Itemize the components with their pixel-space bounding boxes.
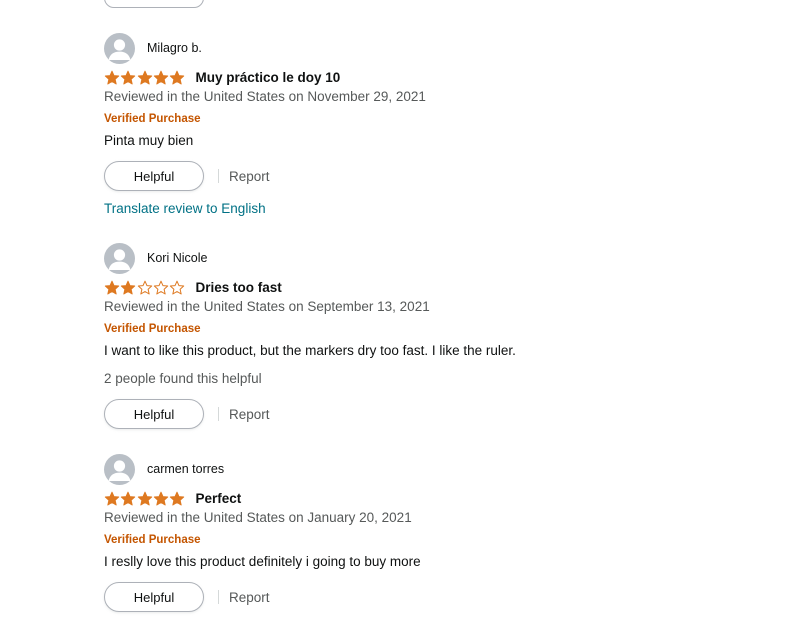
rating-row: Perfect [104,487,241,509]
review-date: Reviewed in the United States on Septemb… [104,299,430,314]
verified-purchase-badge: Verified Purchase [104,323,201,335]
star-filled-icon [137,70,152,84]
divider [218,407,219,421]
rating-row: Muy práctico le doy 10 [104,66,340,88]
star-filled-icon [137,491,152,505]
star-empty-icon [137,280,152,294]
review-date: Reviewed in the United States on Novembe… [104,89,426,104]
review-body: Pinta muy bien [104,133,194,148]
review-title[interactable]: Muy práctico le doy 10 [195,70,340,85]
star-rating[interactable] [104,490,185,506]
verified-purchase-badge: Verified Purchase [104,113,201,125]
star-filled-icon [121,491,136,505]
reviewer-profile[interactable]: Milagro b. [104,32,202,64]
avatar-icon [104,32,135,64]
star-empty-icon [153,280,169,294]
star-filled-icon [169,491,185,505]
reviewer-name[interactable]: carmen torres [147,462,224,476]
report-link[interactable]: Report [229,169,270,184]
star-filled-icon [153,70,169,84]
helpful-button[interactable]: Helpful [104,399,204,429]
review-body: I want to like this product, but the mar… [104,343,516,358]
review-title[interactable]: Perfect [195,491,241,506]
helpful-count-text: 2 people found this helpful [104,371,262,386]
reviewer-profile[interactable]: carmen torres [104,453,224,485]
star-filled-icon [104,491,120,505]
reviewer-name[interactable]: Milagro b. [147,41,202,55]
star-filled-icon [104,70,120,84]
review-actions: Helpful Report [104,399,270,429]
verified-purchase-badge: Verified Purchase [104,534,201,546]
star-filled-icon [153,491,169,505]
star-filled-icon [169,70,185,84]
helpful-button[interactable]: Helpful [104,161,204,191]
translate-review-link[interactable]: Translate review to English [104,201,266,216]
reviewer-profile[interactable]: Kori Nicole [104,242,207,274]
review-actions: Helpful Report [104,161,270,191]
star-empty-icon [169,280,185,294]
star-filled-icon [121,70,136,84]
star-filled-icon [121,280,136,294]
helpful-button[interactable]: Helpful [104,582,204,612]
divider [218,169,219,183]
review-body: I reslly love this product definitely i … [104,554,421,569]
review-title[interactable]: Dries too fast [195,280,281,295]
reviewer-name[interactable]: Kori Nicole [147,251,207,265]
report-link[interactable]: Report [229,407,270,422]
previous-review-helpful-button[interactable] [104,0,204,8]
star-rating[interactable] [104,279,185,295]
rating-row: Dries too fast [104,276,282,298]
avatar-icon [104,453,135,485]
review-date: Reviewed in the United States on January… [104,510,412,525]
divider [218,590,219,604]
star-rating[interactable] [104,69,185,85]
avatar-icon [104,242,135,274]
review-actions: Helpful Report [104,582,270,612]
report-link[interactable]: Report [229,590,270,605]
star-filled-icon [104,280,120,294]
